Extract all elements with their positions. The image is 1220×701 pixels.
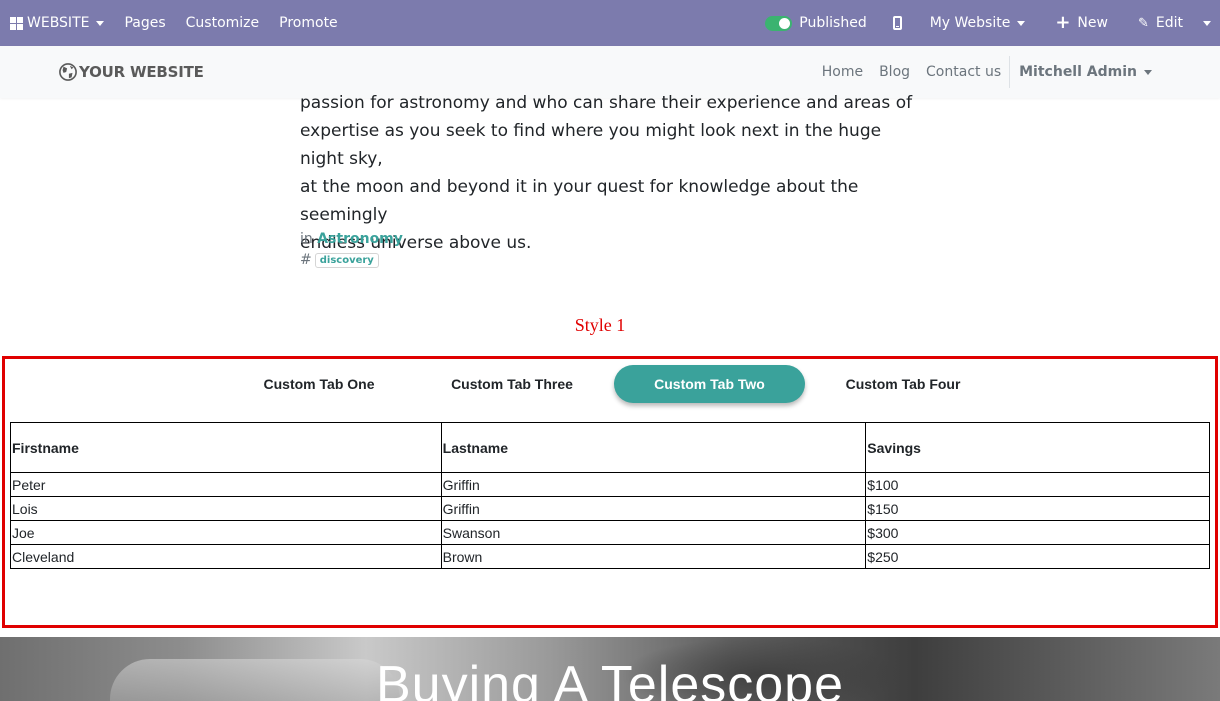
mobile-preview-button[interactable] [881,0,920,46]
chevron-down-icon [1144,69,1152,75]
cell-firstname: Peter [10,472,442,497]
new-button-label: New [1077,15,1108,31]
cell-lastname: Brown [440,544,867,569]
cell-savings: $300 [865,520,1210,545]
tab-custom-four[interactable]: Custom Tab Four [825,365,981,403]
website-menu-button[interactable]: WEBSITE [0,0,114,46]
new-button[interactable]: + New [1045,0,1128,46]
toggle-switch-icon [765,15,793,31]
chevron-down-icon [1017,20,1026,26]
logo-text: YOUR WEBSITE [79,63,204,81]
post-tags: # discovery [300,252,379,268]
tab-list: Custom Tab One Custom Tab Three Custom T… [5,363,1215,403]
table-header-row: Firstname Lastname Savings [10,422,1210,473]
article-line: at the moon and beyond it in your quest … [300,177,859,225]
edit-button-label: Edit [1155,15,1183,31]
cell-firstname: Lois [10,496,442,521]
nav-home[interactable]: Home [814,64,871,80]
cell-firstname: Joe [10,520,442,545]
user-name: Mitchell Admin [1019,64,1137,80]
published-label: Published [799,15,867,31]
website-menu-label: WEBSITE [27,15,90,31]
cell-savings: $250 [865,544,1210,569]
category-link[interactable]: Astronomy [317,231,403,247]
tab-custom-three[interactable]: Custom Tab Three [429,365,595,403]
column-header: Lastname [440,422,867,473]
website-switcher-label: My Website [929,15,1011,31]
apps-grid-icon [10,16,23,30]
tag-badge[interactable]: discovery [314,252,379,268]
admin-bar: WEBSITE Pages Customize Promote Publishe… [0,0,1220,46]
pencil-icon: ✎ [1137,15,1149,31]
pages-menu[interactable]: Pages [114,0,175,46]
post-category: in Astronomy [300,231,403,247]
promote-menu[interactable]: Promote [269,0,348,46]
nav-blog[interactable]: Blog [871,64,918,80]
edit-button[interactable]: ✎ Edit [1128,0,1201,46]
plus-icon: + [1055,12,1071,33]
nav-contact-us[interactable]: Contact us [918,64,1009,80]
mobile-phone-icon [892,16,902,30]
cell-lastname: Swanson [440,520,867,545]
globe-icon [59,63,77,81]
cell-savings: $100 [865,472,1210,497]
chevron-down-icon [96,20,105,26]
tag-hash-icon: # [300,252,312,268]
more-options-button[interactable] [1201,0,1220,46]
customize-menu[interactable]: Customize [176,0,270,46]
cell-firstname: Cleveland [10,544,442,569]
custom-tabs-snippet: Custom Tab One Custom Tab Three Custom T… [2,356,1218,628]
savings-table: Firstname Lastname Savings Peter Griffin… [10,422,1210,569]
hero-banner: Buying A Telescope [0,637,1220,701]
chevron-down-icon [1203,20,1211,26]
table-row: Lois Griffin $150 [10,496,1210,521]
article-line: expertise as you seek to find where you … [300,121,882,169]
tab-custom-two[interactable]: Custom Tab Two [614,365,805,403]
article-line: passion for astronomy and who can share … [300,93,913,113]
tab-custom-one[interactable]: Custom Tab One [241,365,397,403]
table-row: Peter Griffin $100 [10,472,1210,497]
table-row: Joe Swanson $300 [10,520,1210,545]
category-prefix: in [300,231,313,247]
site-logo[interactable]: YOUR WEBSITE [59,63,204,81]
website-switcher[interactable]: My Website [920,0,1046,46]
cell-lastname: Griffin [440,472,867,497]
hero-title: Buying A Telescope [375,656,845,701]
column-header: Firstname [10,422,442,473]
user-menu[interactable]: Mitchell Admin [1010,64,1160,80]
style-title: Style 1 [574,315,626,335]
cell-lastname: Griffin [440,496,867,521]
column-header: Savings [865,422,1210,473]
cell-savings: $150 [865,496,1210,521]
published-toggle[interactable]: Published [755,0,880,46]
table-row: Cleveland Brown $250 [10,544,1210,569]
